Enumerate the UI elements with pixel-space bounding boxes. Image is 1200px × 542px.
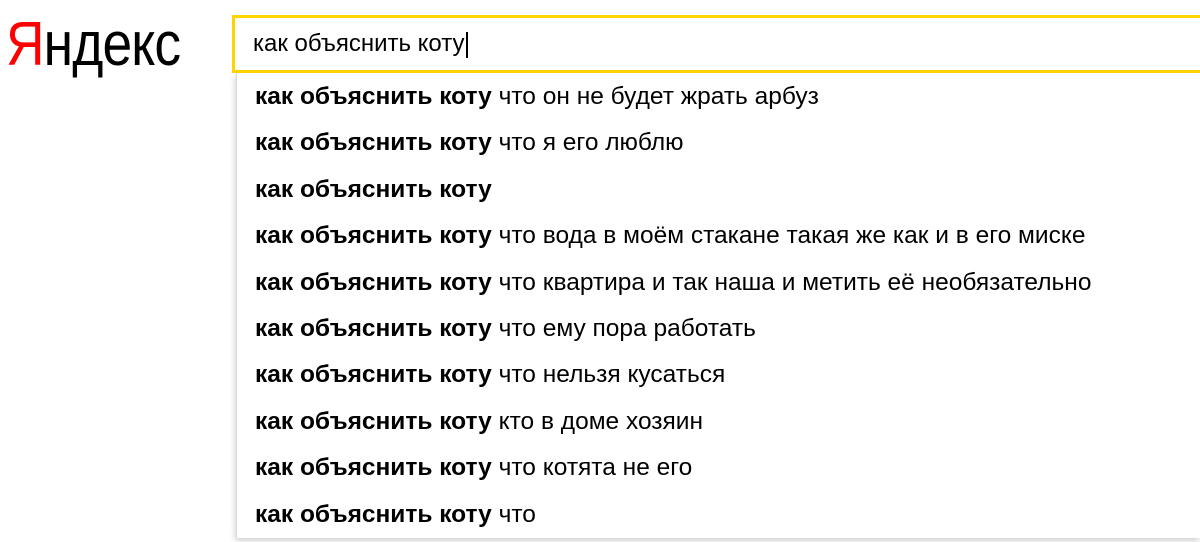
suggest-item[interactable]: как объяснить коту что квартира и так на… [237, 260, 1200, 306]
suggest-item-match: как объяснить коту [255, 83, 492, 110]
suggest-item-match: как объяснить коту [255, 500, 492, 528]
suggest-item[interactable]: как объяснить коту что я его люблю [237, 120, 1200, 166]
suggest-item-completion: что квартира и так наша и метить её необ… [491, 268, 1092, 296]
search-box[interactable] [232, 15, 1200, 73]
suggest-item[interactable]: как объяснить коту что он не будет жрать… [237, 74, 1200, 120]
suggest-item-match: как объяснить коту [255, 407, 492, 435]
suggest-item-match: как объяснить коту [255, 175, 492, 203]
text-cursor [465, 32, 468, 58]
suggest-dropdown: как объяснить коту что он не будет жрать… [236, 73, 1200, 538]
suggest-item-completion: что ему пора работать [491, 314, 756, 342]
suggest-item-completion: что вода в моём стакане такая же как и в… [491, 222, 1086, 250]
suggest-item-match: как объяснить коту [255, 314, 492, 342]
suggest-item-completion: что нельзя кусаться [491, 361, 726, 389]
search-input[interactable] [235, 18, 1200, 70]
suggest-item-match: как объяснить коту [255, 361, 492, 389]
logo-first-letter: Я [6, 10, 45, 79]
suggest-item-match: как объяснить коту [255, 454, 492, 482]
suggest-list: как объяснить коту что он не будет жрать… [237, 73, 1200, 538]
suggest-item[interactable]: как объяснить коту что [237, 492, 1200, 538]
suggest-item-completion: что котята не его [491, 454, 693, 482]
logo-rest: ндекс [43, 10, 181, 79]
suggest-item-match: как объяснить коту [255, 129, 492, 157]
suggest-item[interactable]: как объяснить коту что ему пора работать [237, 306, 1200, 352]
suggest-item[interactable]: как объяснить коту что вода в моём стака… [237, 213, 1200, 259]
suggest-item[interactable]: как объяснить коту что котята не его [237, 445, 1200, 491]
yandex-search-page: Яндекс как объяснить коту что он не буде… [0, 0, 1200, 542]
yandex-logo[interactable]: Яндекс [6, 10, 181, 80]
suggest-item-match: как объяснить коту [255, 268, 492, 296]
suggest-item[interactable]: как объяснить коту кто в доме хозяин [237, 399, 1200, 445]
suggest-item[interactable]: как объяснить коту [237, 167, 1200, 213]
suggest-item-completion: что я его люблю [491, 129, 684, 157]
suggest-item-match: как объяснить коту [255, 222, 492, 250]
suggest-item-completion: что [491, 500, 536, 528]
suggest-item-completion: что он не будет жрать арбуз [491, 83, 819, 110]
suggest-item-completion: кто в доме хозяин [491, 407, 704, 435]
suggest-item[interactable]: как объяснить коту что нельзя кусаться [237, 352, 1200, 398]
